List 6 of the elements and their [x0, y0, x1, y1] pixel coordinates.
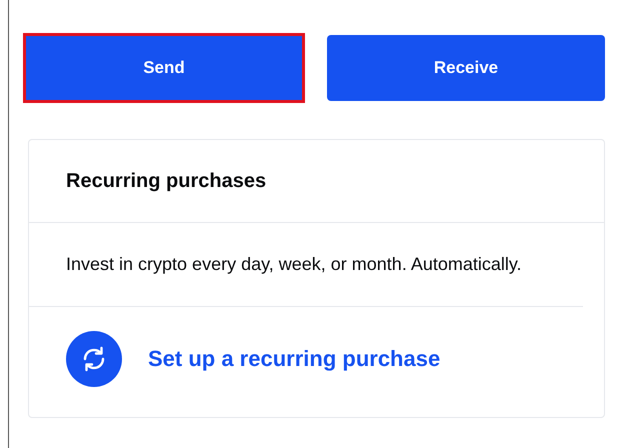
card-title: Recurring purchases [29, 140, 604, 223]
card-description: Invest in crypto every day, week, or month. Automatically. [29, 223, 583, 307]
recurring-purchase-link[interactable]: Set up a recurring purchase [148, 346, 440, 372]
receive-button[interactable]: Receive [327, 35, 605, 101]
recurring-icon [66, 331, 122, 387]
send-button[interactable]: Send [25, 35, 303, 101]
